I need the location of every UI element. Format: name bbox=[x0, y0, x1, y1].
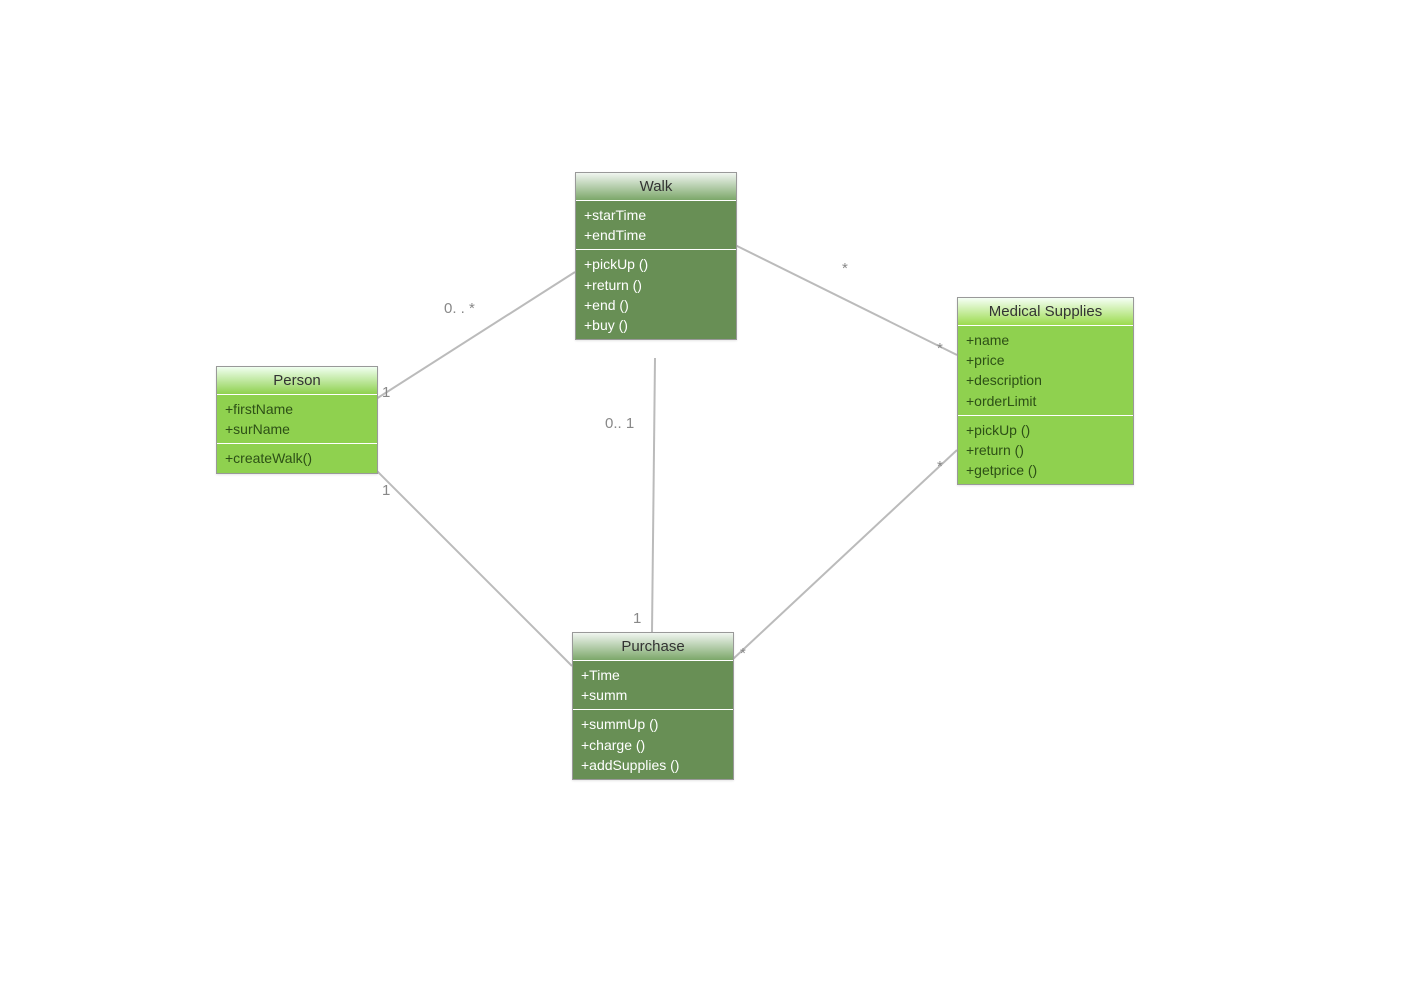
connections-layer bbox=[0, 0, 1414, 992]
attr-surname: +surName bbox=[225, 419, 369, 439]
mult-person-purchase-1: 1 bbox=[382, 482, 390, 499]
attr-description: +description bbox=[966, 370, 1125, 390]
method-med-return: +return () bbox=[966, 440, 1125, 460]
attr-time: +Time bbox=[581, 665, 725, 685]
class-person-title: Person bbox=[217, 367, 377, 395]
class-walk-title: Walk bbox=[576, 173, 736, 201]
method-med-pickup: +pickUp () bbox=[966, 420, 1125, 440]
class-medical-supplies[interactable]: Medical Supplies +name +price +descripti… bbox=[957, 297, 1134, 485]
class-person[interactable]: Person +firstName +surName +createWalk() bbox=[216, 366, 378, 474]
method-med-getprice: +getprice () bbox=[966, 460, 1125, 480]
class-walk-attributes: +starTime +endTime bbox=[576, 201, 736, 250]
class-medical-methods: +pickUp () +return () +getprice () bbox=[958, 416, 1133, 485]
attr-orderlimit: +orderLimit bbox=[966, 391, 1125, 411]
class-walk-methods: +pickUp () +return () +end () +buy () bbox=[576, 250, 736, 339]
class-purchase-attributes: +Time +summ bbox=[573, 661, 733, 710]
class-walk[interactable]: Walk +starTime +endTime +pickUp () +retu… bbox=[575, 172, 737, 340]
mult-person-walk-many: 0. . * bbox=[444, 300, 475, 317]
mult-walk-purchase-1: 1 bbox=[633, 610, 641, 627]
class-person-attributes: +firstName +surName bbox=[217, 395, 377, 444]
class-medical-attributes: +name +price +description +orderLimit bbox=[958, 326, 1133, 416]
method-return: +return () bbox=[584, 275, 728, 295]
attr-name: +name bbox=[966, 330, 1125, 350]
attr-endtime: +endTime bbox=[584, 225, 728, 245]
class-person-methods: +createWalk() bbox=[217, 444, 377, 472]
attr-firstname: +firstName bbox=[225, 399, 369, 419]
uml-diagram-canvas: 1 0. . * 1 * * 0.. 1 1 * * Person +first… bbox=[0, 0, 1414, 992]
class-purchase-methods: +summUp () +charge () +addSupplies () bbox=[573, 710, 733, 779]
method-createwalk: +createWalk() bbox=[225, 448, 369, 468]
mult-person-walk-1: 1 bbox=[382, 384, 390, 401]
class-purchase[interactable]: Purchase +Time +summ +summUp () +charge … bbox=[572, 632, 734, 780]
class-purchase-title: Purchase bbox=[573, 633, 733, 661]
mult-walk-medical-star: * bbox=[842, 260, 848, 277]
mult-walk-purchase-01: 0.. 1 bbox=[605, 415, 634, 432]
class-medical-title: Medical Supplies bbox=[958, 298, 1133, 326]
attr-summ: +summ bbox=[581, 685, 725, 705]
attr-price: +price bbox=[966, 350, 1125, 370]
mult-walk-medical-star2: * bbox=[937, 340, 943, 357]
method-buy: +buy () bbox=[584, 315, 728, 335]
method-addsupplies: +addSupplies () bbox=[581, 755, 725, 775]
method-charge: +charge () bbox=[581, 735, 725, 755]
method-summup: +summUp () bbox=[581, 714, 725, 734]
mult-purchase-medical-star2: * bbox=[937, 458, 943, 475]
mult-purchase-medical-star: * bbox=[740, 645, 746, 662]
method-end: +end () bbox=[584, 295, 728, 315]
method-pickup: +pickUp () bbox=[584, 254, 728, 274]
attr-startime: +starTime bbox=[584, 205, 728, 225]
